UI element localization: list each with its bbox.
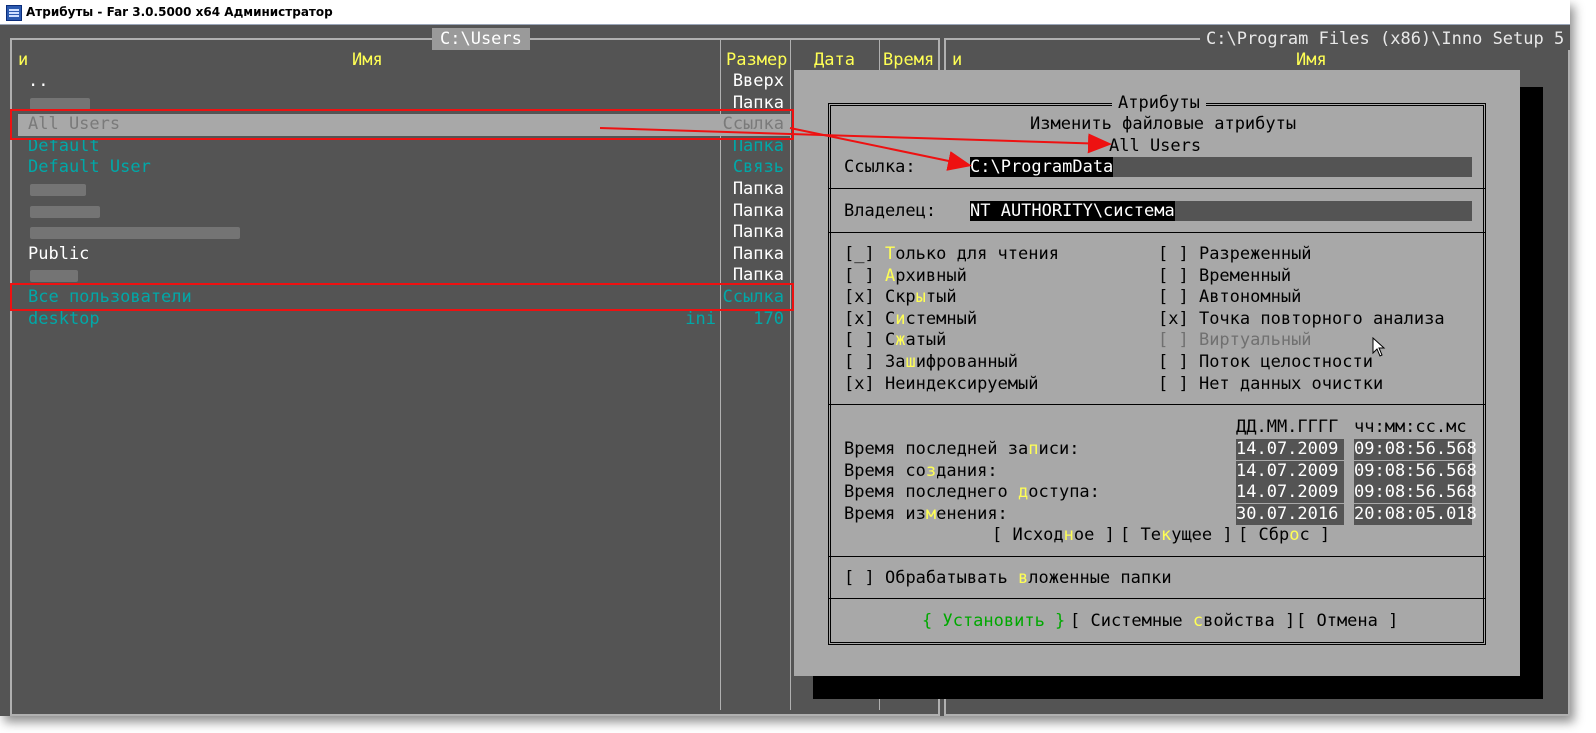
- mouse-cursor-icon: [1372, 337, 1386, 357]
- far-window: Атрибуты - Far 3.0.5000 x64 Администрато…: [0, 0, 1570, 716]
- annotation-arrows: [599, 127, 1112, 171]
- arrow-to-link-field: [789, 127, 972, 171]
